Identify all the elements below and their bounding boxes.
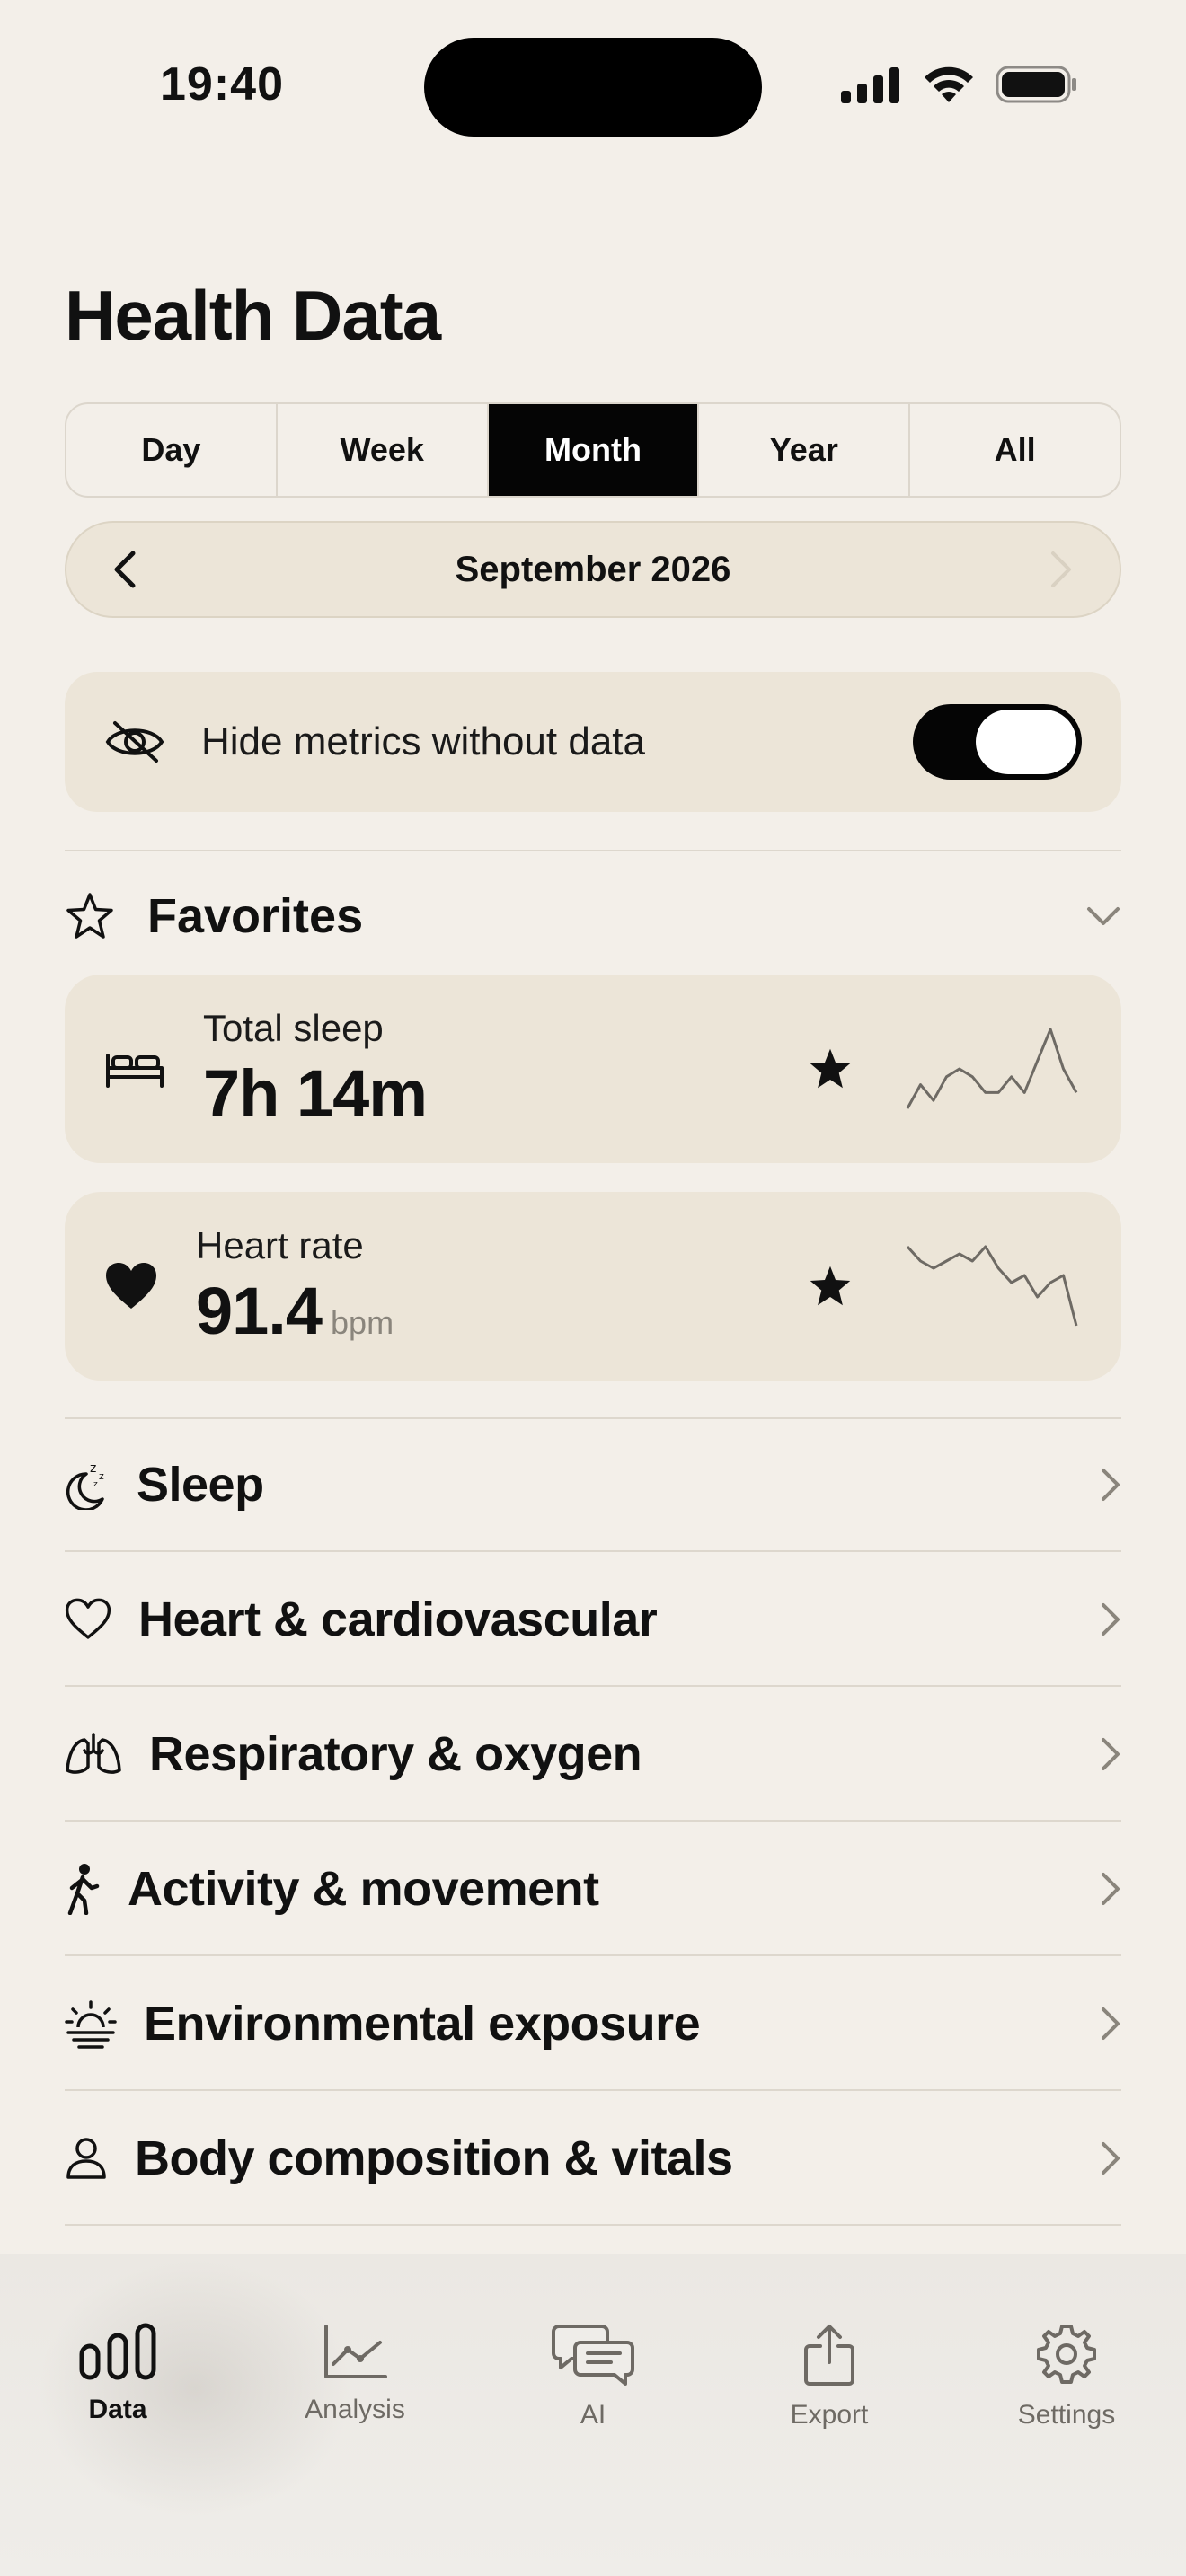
period-tab-day[interactable]: Day: [66, 404, 278, 496]
toggle-knob: [976, 710, 1076, 774]
period-tab-all[interactable]: All: [910, 404, 1120, 496]
category-label: Respiratory & oxygen: [149, 1727, 642, 1781]
bar-chart-icon: [79, 2323, 156, 2380]
star-outline-icon: [66, 893, 113, 939]
metric-value-number: 7h 14m: [203, 1055, 428, 1131]
heart-icon: [106, 1263, 156, 1309]
tab-data[interactable]: Data: [28, 2323, 208, 2425]
heart-rate-sparkline: [906, 1245, 1078, 1327]
category-row-activity[interactable]: Activity & movement: [65, 1823, 1121, 1956]
category-label: Sleep: [137, 1458, 264, 1512]
chevron-right-icon: [1102, 2142, 1120, 2175]
sunrise-icon: [65, 2000, 117, 2049]
metric-name: Heart rate: [196, 1223, 364, 1266]
bed-icon: [106, 1054, 164, 1088]
hide-metrics-toggle[interactable]: [913, 704, 1082, 780]
divider: [65, 850, 1121, 851]
favorites-title: Favorites: [147, 889, 364, 943]
period-tab-week[interactable]: Week: [278, 404, 489, 496]
chevron-down-icon: [1087, 907, 1120, 925]
category-label: Heart & cardiovascular: [138, 1592, 658, 1646]
category-label: Body composition & vitals: [135, 2131, 733, 2185]
metric-name: Total sleep: [203, 1006, 384, 1049]
lungs-icon: [66, 1733, 121, 1774]
sleep-sparkline: [906, 1028, 1078, 1109]
category-label: Environmental exposure: [144, 1997, 701, 2051]
moon-sleep-icon: z z z: [66, 1461, 104, 1510]
chat-bubbles-icon: [552, 2325, 634, 2386]
category-row-heart[interactable]: Heart & cardiovascular: [65, 1554, 1121, 1687]
battery-icon: [996, 66, 1076, 103]
sparkline-line: [906, 1245, 1078, 1327]
person-icon: [66, 2138, 106, 2179]
line-chart-icon: [324, 2325, 387, 2378]
hide-metrics-card: Hide metrics without data: [65, 672, 1121, 812]
month-label: September 2026: [455, 549, 731, 589]
walking-icon: [67, 1864, 100, 1915]
tab-label: AI: [580, 2400, 606, 2430]
category-row-sleep[interactable]: z z z Sleep: [65, 1419, 1121, 1552]
eye-slash-icon: [105, 721, 164, 763]
tab-label: Export: [790, 2400, 869, 2430]
svg-text:z: z: [99, 1470, 104, 1482]
gear-icon: [1037, 2325, 1096, 2384]
tab-settings[interactable]: Settings: [977, 2323, 1156, 2430]
svg-text:z: z: [90, 1461, 96, 1476]
tab-export[interactable]: Export: [739, 2323, 919, 2430]
chevron-right-icon: [1102, 2007, 1120, 2040]
chevron-right-icon: [1102, 1873, 1120, 1905]
sparkline-line: [906, 1028, 1078, 1109]
metric-unit: bpm: [331, 1303, 394, 1341]
category-row-environmental[interactable]: Environmental exposure: [65, 1958, 1121, 2091]
dynamic-island: [424, 38, 762, 137]
heart-outline-icon: [65, 1598, 111, 1639]
category-row-body[interactable]: Body composition & vitals: [65, 2093, 1121, 2226]
period-segmented-control: Day Week Month Year All: [65, 402, 1121, 498]
status-icons: [839, 65, 1078, 104]
favorite-card-heart-rate[interactable]: Heart rate 91.4 bpm: [65, 1192, 1121, 1381]
status-time: 19:40: [160, 58, 284, 110]
tab-label: Settings: [1017, 2400, 1116, 2430]
period-tab-month[interactable]: Month: [488, 404, 700, 496]
chevron-right-icon: [1102, 1603, 1120, 1636]
hide-metrics-label: Hide metrics without data: [201, 719, 645, 763]
metric-value: 91.4 bpm: [196, 1273, 807, 1349]
page-title: Health Data: [65, 276, 441, 355]
tab-label: Data: [88, 2395, 147, 2424]
chevron-right-icon[interactable]: [1048, 550, 1075, 589]
chevron-right-icon: [1102, 1738, 1120, 1770]
star-filled-icon[interactable]: [807, 1264, 854, 1309]
tab-analysis[interactable]: Analysis: [265, 2323, 445, 2425]
favorite-card-total-sleep[interactable]: Total sleep 7h 14m: [65, 975, 1121, 1163]
wifi-icon: [925, 66, 973, 102]
period-tab-year[interactable]: Year: [699, 404, 911, 496]
favorites-header[interactable]: Favorites: [65, 880, 1121, 952]
star-filled-icon[interactable]: [807, 1046, 854, 1091]
svg-text:z: z: [93, 1480, 98, 1489]
metric-value-number: 91.4: [196, 1273, 323, 1348]
tab-ai[interactable]: AI: [503, 2323, 683, 2430]
chevron-right-icon: [1102, 1469, 1120, 1501]
share-icon: [804, 2325, 854, 2386]
month-navigator: September 2026: [65, 521, 1121, 618]
category-row-respiratory[interactable]: Respiratory & oxygen: [65, 1689, 1121, 1822]
chevron-left-icon[interactable]: [111, 550, 138, 589]
cellular-signal-icon: [841, 67, 899, 103]
category-label: Activity & movement: [128, 1862, 599, 1916]
tab-label: Analysis: [305, 2395, 405, 2424]
metric-value: 7h 14m: [203, 1055, 807, 1132]
